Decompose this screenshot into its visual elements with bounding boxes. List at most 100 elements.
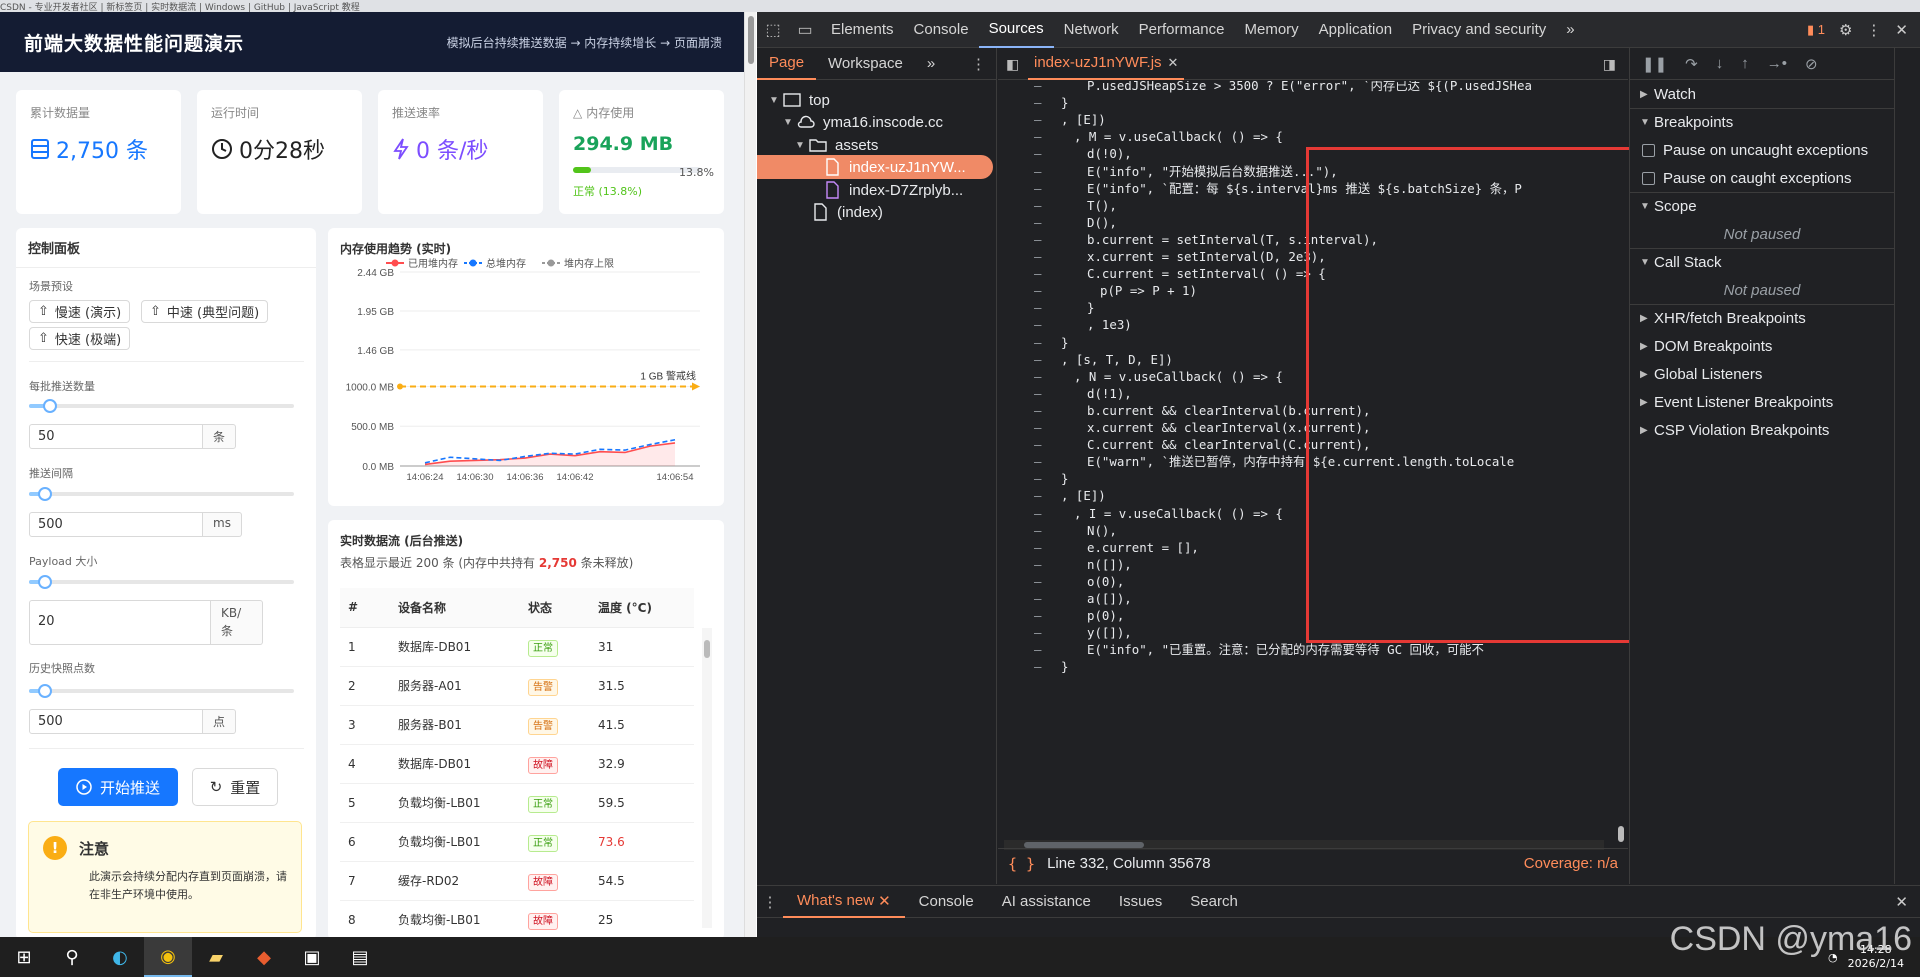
payload-slider[interactable] bbox=[29, 575, 294, 589]
issues-badge[interactable]: ▮ 1 bbox=[1807, 22, 1825, 38]
table-row[interactable]: 7 缓存-RD02 故障 54.5 bbox=[340, 861, 694, 901]
drawer-tab-issues[interactable]: Issues bbox=[1105, 886, 1176, 918]
tree-item-js-file[interactable]: index-uzJ1nYW... bbox=[757, 155, 993, 179]
deactivate-breakpoints-icon[interactable]: ⊘ bbox=[1805, 55, 1818, 73]
slider-handle[interactable] bbox=[37, 684, 52, 698]
slider-handle[interactable] bbox=[43, 399, 58, 413]
tree-item-top[interactable]: ▼ top bbox=[757, 88, 997, 112]
step-over-icon[interactable]: ↷ bbox=[1685, 55, 1698, 73]
interval-input[interactable]: 500 ms bbox=[29, 512, 242, 537]
tree-item-index[interactable]: (index) bbox=[757, 200, 997, 224]
more-tabs-icon[interactable]: » bbox=[915, 48, 947, 80]
tree-item-assets[interactable]: ▼ assets bbox=[757, 133, 997, 157]
section-dom-breakpoints[interactable]: ▶ DOM Breakpoints bbox=[1630, 332, 1894, 360]
section-scope[interactable]: ▼ Scope bbox=[1630, 192, 1894, 220]
table-row[interactable]: 6 负载均衡-LB01 正常 73.6 bbox=[340, 822, 694, 862]
tab-memory[interactable]: Memory bbox=[1235, 12, 1309, 48]
drawer-tab-ai-assistance[interactable]: AI assistance bbox=[988, 886, 1105, 918]
checkbox-icon[interactable] bbox=[1642, 143, 1655, 157]
drawer-tab-search[interactable]: Search bbox=[1176, 886, 1252, 918]
table-scrollbar[interactable] bbox=[702, 628, 712, 928]
tree-item-css-file[interactable]: index-D7Zrplyb... bbox=[757, 178, 997, 202]
preset-slow-button[interactable]: ⇧ 慢速 (演示) bbox=[29, 300, 131, 323]
interval-slider[interactable] bbox=[29, 487, 294, 501]
tab-sources[interactable]: Sources bbox=[978, 12, 1054, 48]
chrome-browser-icon[interactable]: ◉ bbox=[144, 937, 192, 977]
pause-uncaught-checkbox[interactable]: Pause on uncaught exceptions bbox=[1630, 136, 1894, 164]
step-into-icon[interactable]: ↓ bbox=[1716, 55, 1724, 72]
kebab-menu-icon[interactable]: ⋮ bbox=[971, 55, 996, 73]
table-row[interactable]: 5 负载均衡-LB01 正常 59.5 bbox=[340, 783, 694, 823]
reset-button[interactable]: ↻ 重置 bbox=[192, 768, 278, 806]
batch-input[interactable]: 50 条 bbox=[29, 424, 237, 449]
kebab-menu-icon[interactable]: ⋮ bbox=[1866, 21, 1881, 39]
close-icon[interactable]: ✕ bbox=[878, 892, 891, 910]
app-icon[interactable]: ▤ bbox=[336, 937, 384, 977]
section-global-listeners[interactable]: ▶ Global Listeners bbox=[1630, 360, 1894, 388]
tree-item-domain[interactable]: ▼ yma16.inscode.cc bbox=[757, 110, 997, 134]
batch-slider[interactable] bbox=[29, 399, 294, 413]
pause-caught-checkbox[interactable]: Pause on caught exceptions bbox=[1630, 164, 1894, 192]
section-watch[interactable]: ▶ Watch bbox=[1630, 80, 1894, 108]
tab-application[interactable]: Application bbox=[1309, 12, 1402, 48]
col-status[interactable]: 状态 bbox=[520, 588, 590, 628]
close-icon[interactable]: ✕ bbox=[1168, 55, 1179, 71]
section-csp-breakpoints[interactable]: ▶ CSP Violation Breakpoints bbox=[1630, 416, 1894, 444]
start-push-button[interactable]: 开始推送 bbox=[58, 768, 178, 806]
drawer-tab-whats-new[interactable]: What's new ✕ bbox=[783, 886, 905, 918]
slider-handle[interactable] bbox=[37, 487, 52, 501]
close-drawer-icon[interactable]: ✕ bbox=[1895, 893, 1920, 911]
pause-icon[interactable]: ❚❚ bbox=[1642, 55, 1667, 73]
scroll-thumb[interactable] bbox=[748, 16, 754, 64]
tab-elements[interactable]: Elements bbox=[821, 12, 904, 48]
kebab-menu-icon[interactable]: ⋮ bbox=[757, 893, 783, 911]
nav-tab-workspace[interactable]: Workspace bbox=[816, 48, 915, 80]
table-row[interactable]: 3 服务器-B01 告警 41.5 bbox=[340, 705, 694, 745]
table-row[interactable]: 8 负载均衡-LB01 故障 25 bbox=[340, 900, 694, 940]
table-row[interactable]: 2 服务器-A01 告警 31.5 bbox=[340, 666, 694, 706]
inspect-icon[interactable]: ⬚ bbox=[757, 20, 789, 40]
section-xhr-breakpoints[interactable]: ▶ XHR/fetch Breakpoints bbox=[1630, 304, 1894, 332]
tab-network[interactable]: Network bbox=[1054, 12, 1129, 48]
col-index[interactable]: # bbox=[340, 588, 390, 628]
step-out-icon[interactable]: ↑ bbox=[1741, 55, 1749, 72]
terminal-app-icon[interactable]: ▣ bbox=[288, 937, 336, 977]
pretty-print-icon[interactable]: { } bbox=[1008, 855, 1035, 873]
section-callstack[interactable]: ▼ Call Stack bbox=[1630, 248, 1894, 276]
tab-privacy[interactable]: Privacy and security bbox=[1402, 12, 1556, 48]
browser-tab-strip[interactable]: CSDN - 专业开发者社区 | 新标签页 | 实时数据流 | Windows … bbox=[0, 0, 1920, 12]
edge-browser-icon[interactable]: ◐ bbox=[96, 937, 144, 977]
code-vertical-scrollbar[interactable] bbox=[1616, 81, 1626, 842]
page-scrollbar[interactable] bbox=[744, 12, 756, 937]
toggle-navigator-icon[interactable]: ◧ bbox=[1006, 56, 1019, 73]
search-icon[interactable]: ⚲ bbox=[48, 937, 96, 977]
file-tab[interactable]: index-uzJ1nYWF.js ✕ bbox=[1028, 48, 1185, 80]
gear-icon[interactable]: ⚙ bbox=[1839, 21, 1852, 39]
step-icon[interactable]: →• bbox=[1767, 55, 1787, 72]
table-row[interactable]: 4 数据库-DB01 故障 32.9 bbox=[340, 744, 694, 784]
col-device[interactable]: 设备名称 bbox=[390, 588, 520, 628]
nav-tab-page[interactable]: Page bbox=[757, 48, 817, 80]
more-tabs-icon[interactable]: » bbox=[1556, 12, 1584, 48]
tab-console[interactable]: Console bbox=[904, 12, 979, 48]
table-row[interactable]: 1 数据库-DB01 正常 31 bbox=[340, 627, 694, 667]
snapshot-slider[interactable] bbox=[29, 684, 294, 698]
scroll-thumb[interactable] bbox=[1618, 826, 1624, 842]
payload-input[interactable]: 20 KB/条 bbox=[29, 600, 263, 645]
section-event-listener-breakpoints[interactable]: ▶ Event Listener Breakpoints bbox=[1630, 388, 1894, 416]
drawer-tab-console[interactable]: Console bbox=[905, 886, 988, 918]
preset-medium-button[interactable]: ⇧ 中速 (典型问题) bbox=[141, 300, 269, 323]
col-temp[interactable]: 温度 (°C) bbox=[590, 588, 694, 628]
tab-performance[interactable]: Performance bbox=[1129, 12, 1235, 48]
slider-handle[interactable] bbox=[37, 575, 52, 589]
preset-fast-button[interactable]: ⇧ 快速 (极端) bbox=[29, 327, 131, 350]
scroll-thumb[interactable] bbox=[704, 640, 710, 658]
file-explorer-icon[interactable]: ▰ bbox=[192, 937, 240, 977]
git-app-icon[interactable]: ◆ bbox=[240, 937, 288, 977]
toggle-sidebar-icon[interactable]: ◨ bbox=[1603, 56, 1616, 73]
checkbox-icon[interactable] bbox=[1642, 171, 1655, 185]
section-breakpoints[interactable]: ▼ Breakpoints bbox=[1630, 108, 1894, 136]
snapshot-input[interactable]: 500 点 bbox=[29, 709, 237, 734]
windows-start-icon[interactable]: ⊞ bbox=[0, 937, 48, 977]
close-icon[interactable]: ✕ bbox=[1895, 21, 1908, 39]
